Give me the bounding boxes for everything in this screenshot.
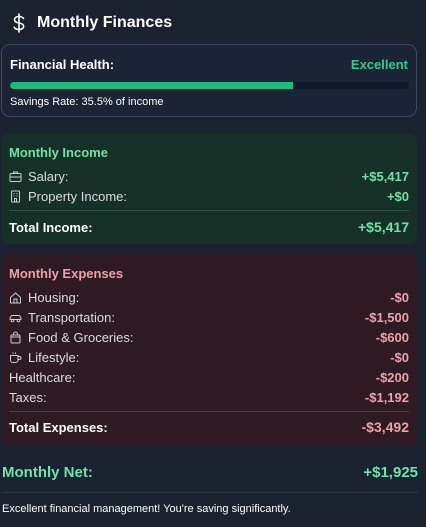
net-divider [2, 492, 418, 493]
monthly-expenses-card: Monthly Expenses Housing: -$0 Transporta… [1, 254, 417, 446]
savings-progress-fill [10, 82, 294, 89]
monthly-net-label: Monthly Net: [2, 463, 93, 481]
income-row-salary: Salary: +$5,417 [9, 167, 409, 185]
expense-row-taxes: Taxes: -$1,192 [9, 388, 409, 406]
monthly-finances-panel: Monthly Finances Financial Health: Excel… [0, 0, 426, 527]
expense-row-label: Taxes: [9, 389, 47, 405]
savings-rate-text: Savings Rate: 35.5% of income [10, 96, 164, 108]
income-row-value: +$5,417 [361, 168, 409, 184]
savings-progress-track [10, 82, 409, 89]
financial-health-status: Excellent [350, 57, 408, 72]
financial-health-label: Financial Health: [10, 57, 115, 72]
monthly-net-row: Monthly Net: +$1,925 [2, 461, 418, 483]
expense-row-label: Food & Groceries: [28, 329, 134, 345]
expenses-section-title: Monthly Expenses [9, 266, 124, 281]
income-row-value: +$0 [386, 188, 409, 204]
expense-row-label: Lifestyle: [28, 349, 80, 365]
financial-health-card: Financial Health: Excellent Savings Rate… [1, 44, 417, 117]
expense-row-value: -$1,192 [364, 389, 409, 405]
income-row-label: Salary: [28, 168, 69, 184]
income-total-value: +$5,417 [358, 219, 409, 235]
expenses-divider [9, 411, 409, 412]
car-icon [9, 311, 22, 324]
expense-row-value: -$600 [375, 329, 409, 345]
panel-header: Monthly Finances [10, 12, 172, 34]
income-total-label: Total Income: [9, 219, 93, 235]
expense-row-housing: Housing: -$0 [9, 288, 409, 306]
coffee-icon [9, 351, 22, 364]
expenses-total-value: -$3,492 [361, 419, 409, 435]
income-row-label: Property Income: [28, 188, 127, 204]
building-icon [9, 190, 22, 203]
income-divider [9, 210, 409, 211]
expense-row-label: Healthcare: [9, 369, 76, 385]
expense-row-label: Housing: [28, 289, 80, 305]
shopping-bag-icon [9, 331, 22, 344]
expense-row-food: Food & Groceries: -$600 [9, 328, 409, 346]
expense-row-value: -$0 [390, 349, 409, 365]
monthly-income-card: Monthly Income Salary: +$5,417 Property … [1, 134, 417, 244]
expense-row-healthcare: Healthcare: -$200 [9, 368, 409, 386]
monthly-net-value: +$1,925 [363, 463, 418, 481]
expenses-total-row: Total Expenses: -$3,492 [9, 417, 409, 437]
income-section-title: Monthly Income [9, 145, 108, 160]
expenses-total-label: Total Expenses: [9, 419, 108, 435]
expense-row-value: -$1,500 [364, 309, 409, 325]
dollar-icon [10, 13, 28, 33]
summary-message: Excellent financial management! You're s… [2, 503, 291, 515]
expense-row-value: -$200 [375, 369, 409, 385]
briefcase-icon [9, 170, 22, 183]
expense-row-transportation: Transportation: -$1,500 [9, 308, 409, 326]
income-total-row: Total Income: +$5,417 [9, 217, 409, 237]
income-row-property: Property Income: +$0 [9, 187, 409, 205]
expense-row-value: -$0 [390, 289, 409, 305]
panel-title: Monthly Finances [37, 14, 173, 31]
home-icon [9, 291, 22, 304]
expense-row-label: Transportation: [28, 309, 115, 325]
expense-row-lifestyle: Lifestyle: -$0 [9, 348, 409, 366]
